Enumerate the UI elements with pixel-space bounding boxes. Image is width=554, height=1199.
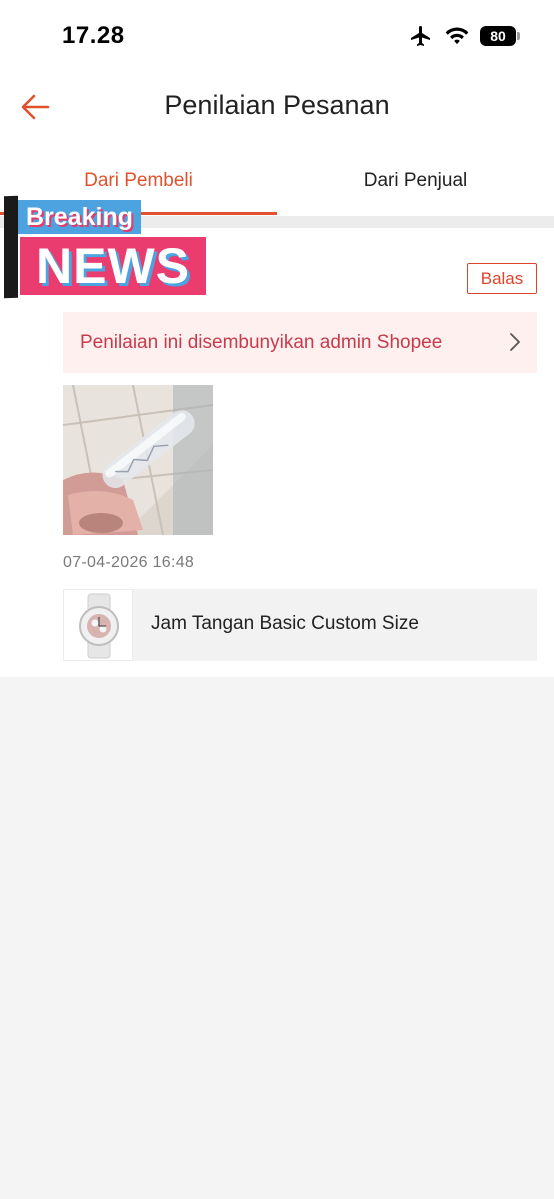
product-name: Jam Tangan Basic Custom Size	[151, 613, 419, 634]
news-label: NEWS	[20, 237, 206, 295]
product-row[interactable]: Jam Tangan Basic Custom Size	[63, 589, 537, 661]
breaking-news-sticker: Breaking NEWS	[4, 195, 206, 300]
tab-from-seller[interactable]: Dari Penjual	[277, 170, 554, 192]
page-title: Penilaian Pesanan	[164, 90, 390, 120]
status-icons: 80	[408, 24, 520, 48]
review-photo[interactable]	[63, 385, 213, 535]
hidden-notice-text: Penilaian ini disembunyikan admin Shopee	[80, 331, 443, 353]
wifi-icon	[445, 27, 469, 45]
product-thumbnail	[63, 589, 133, 661]
airplane-icon	[411, 26, 430, 46]
breaking-label: Breaking	[18, 200, 141, 234]
review-date: 07-04-2026 16:48	[63, 554, 195, 571]
hidden-review-notice[interactable]: Penilaian ini disembunyikan admin Shopee	[63, 312, 537, 373]
status-time: 17.28	[62, 22, 125, 49]
sticker-bar	[4, 195, 18, 299]
watch-icon	[79, 593, 119, 659]
tab-from-buyer[interactable]: Dari Pembeli	[0, 170, 277, 192]
reply-button[interactable]: Balas	[467, 263, 537, 294]
chevron-right-icon	[510, 333, 520, 351]
battery-indicator: 80	[480, 26, 520, 46]
review-photo-image	[63, 385, 213, 535]
